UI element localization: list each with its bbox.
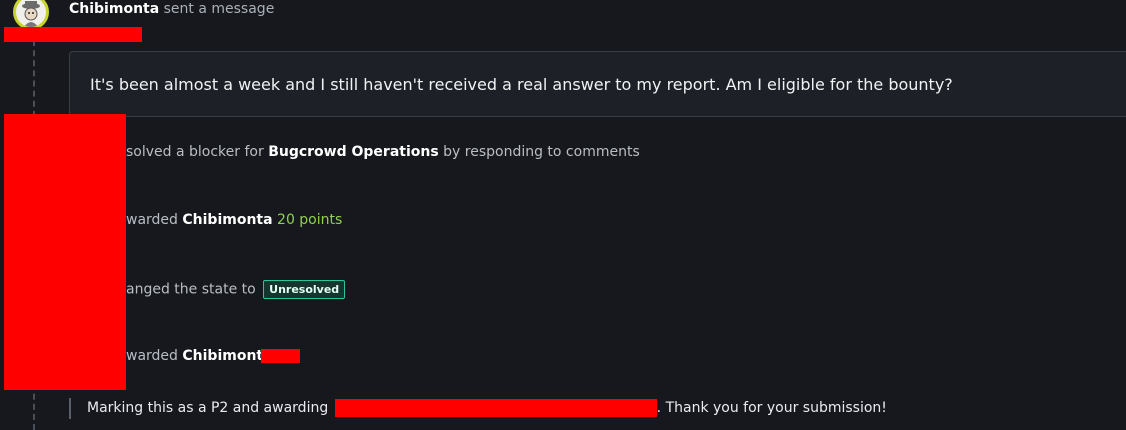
redaction-block xyxy=(4,114,126,390)
redaction-comment xyxy=(334,399,657,417)
event-text: warded xyxy=(126,212,178,228)
avatar-image xyxy=(22,1,40,27)
event-blocker-resolved: solved a blocker for Bugcrowd Operations… xyxy=(126,144,640,160)
comment-quote-bar xyxy=(69,398,71,419)
event-text: anged the state to xyxy=(126,281,256,298)
activity-header: Chibimonta sent a message xyxy=(69,1,274,17)
redaction-bounty-amount xyxy=(261,349,300,363)
points-value: 20 points xyxy=(277,212,343,228)
message-text: It's been almost a week and I still have… xyxy=(90,75,953,94)
event-text: warded xyxy=(126,348,178,364)
comment-after: . Thank you for your submission! xyxy=(656,400,887,416)
event-target[interactable]: Chibimonta xyxy=(182,212,272,228)
username-link[interactable]: Chibimonta xyxy=(69,1,159,17)
avatar[interactable] xyxy=(13,0,49,30)
status-badge: Unresolved xyxy=(263,280,346,299)
comment-before: Marking this as a P2 and awarding xyxy=(87,400,329,416)
event-points-awarded: warded Chibimonta 20 points xyxy=(126,212,342,228)
redaction-timestamp xyxy=(4,27,142,42)
event-suffix: by responding to comments xyxy=(443,144,640,160)
event-target[interactable]: Bugcrowd Operations xyxy=(268,144,439,160)
activity-action: sent a message xyxy=(163,1,275,17)
message-card: It's been almost a week and I still have… xyxy=(69,51,1126,117)
event-text: solved a blocker for xyxy=(126,144,264,160)
event-state-changed: anged the state to Unresolved xyxy=(126,280,346,299)
event-target[interactable]: Chibimonta xyxy=(182,348,272,364)
comment-text: Marking this as a P2 and awarding . Than… xyxy=(87,399,887,417)
